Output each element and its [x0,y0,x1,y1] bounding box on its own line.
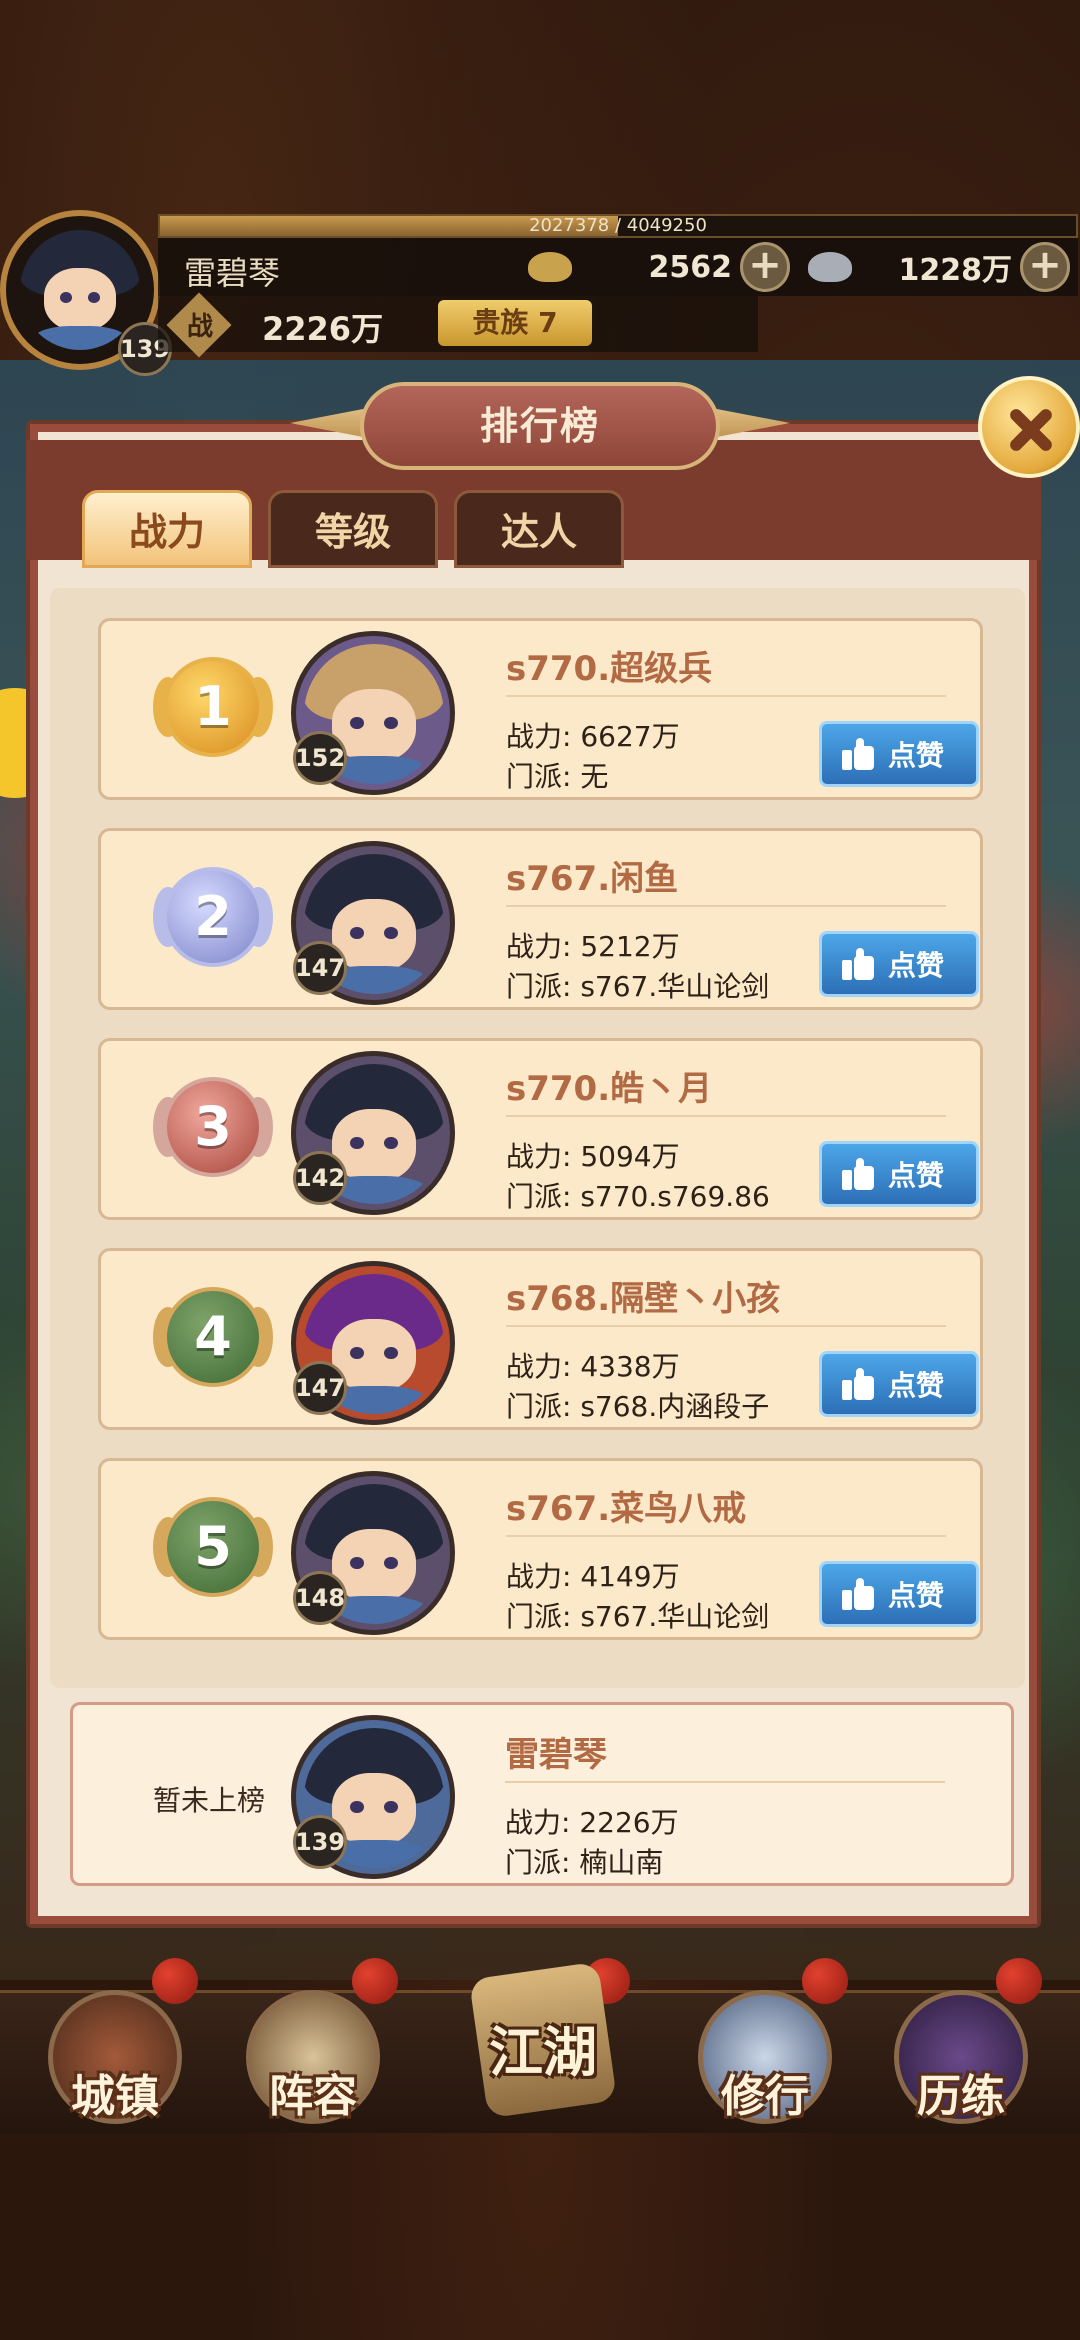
power-strip: 战 2226万 贵族 7 [158,292,758,358]
nav-lineup[interactable]: 阵容 [238,1990,388,2140]
rank-number: 1 [194,675,232,738]
gold-value: 2562 [648,249,733,285]
player-sect: 门派: s767.华山论剑 [506,970,770,1003]
nav-training[interactable]: 历练 [886,1990,1036,2140]
like-button-label: 点赞 [888,1159,945,1192]
like-button-label: 点赞 [888,949,945,982]
my-level-badge: 139 [293,1815,347,1869]
like-button-label: 点赞 [888,1579,945,1612]
rank-number: 3 [194,1095,232,1158]
name-strip: 雷碧琴 2562 + 1228万 + [158,238,1078,296]
thumbs-up-icon [842,1578,874,1610]
like-button[interactable]: 点赞 [819,1561,979,1627]
thumbs-up-icon [842,738,874,770]
like-button-label: 点赞 [888,1369,945,1402]
ranking-row[interactable]: 1 152 s770.超级兵 战力: 6627万 门派: 无 点赞 [98,618,983,800]
silver-currency: 1228万 + [808,242,1070,292]
tab-expert[interactable]: 达人 [454,490,624,568]
exp-bar: 2027378 / 4049250 [158,214,1078,238]
player-level-badge: 147 [293,941,347,995]
player-name: s767.闲鱼 [506,859,679,899]
my-divider [505,1781,945,1783]
player-name: s770.超级兵 [506,649,713,689]
nav-town[interactable]: 城镇 [40,1990,190,2140]
player-level-badge: 142 [293,1151,347,1205]
player-name: s768.隔壁丶小孩 [506,1279,781,1319]
nav-cultivate-label: 修行 [721,2071,809,2122]
like-button[interactable]: 点赞 [819,721,979,787]
player-power: 战力: 4149万 [506,1560,680,1593]
rank-medal-icon: 1 [153,647,273,777]
my-power: 战力: 2226万 [505,1806,679,1839]
player-name: s767.菜鸟八戒 [506,1489,747,1529]
row-divider [506,1535,946,1537]
rank-medal-icon: 4 [153,1277,273,1407]
thumbs-up-icon [842,948,874,980]
rank-number: 4 [194,1305,232,1368]
row-divider [506,695,946,697]
row-divider [506,1115,946,1117]
my-name: 雷碧琴 [505,1735,607,1775]
player-power: 战力: 5094万 [506,1140,680,1173]
player-sect: 门派: s770.s769.86 [506,1180,770,1213]
rank-medal-icon: 3 [153,1067,273,1197]
nav-jianghu-label: 江湖 [489,2021,597,2084]
silver-value: 1228万 [898,253,1013,288]
nav-cultivate[interactable]: 修行 [690,1990,840,2140]
rank-medal-icon: 2 [153,857,273,987]
rank-number: 5 [194,1515,232,1578]
my-rank-row: 暂未上榜 139 雷碧琴 战力: 2226万 门派: 楠山南 [70,1702,1014,1886]
nav-jianghu[interactable]: 江湖 [458,1960,628,2120]
player-name: s770.皓丶月 [506,1069,713,1109]
player-power: 战力: 4338万 [506,1350,680,1383]
player-bar: 139 2027378 / 4049250 雷碧琴 2562 + 1228万 +… [0,210,1080,376]
rank-medal-icon: 5 [153,1487,273,1617]
like-button-label: 点赞 [888,739,945,772]
thumbs-up-icon [842,1158,874,1190]
ranking-row[interactable]: 4 147 s768.隔壁丶小孩 战力: 4338万 门派: s768.内涵段子… [98,1248,983,1430]
nav-training-label: 历练 [917,2071,1005,2122]
ranking-row[interactable]: 2 147 s767.闲鱼 战力: 5212万 门派: s767.华山论剑 点赞 [98,828,983,1010]
title-plaque: 排行榜 [290,370,790,490]
tab-level[interactable]: 等级 [268,490,438,568]
player-sect: 门派: s767.华山论剑 [506,1600,770,1633]
player-level-badge: 148 [293,1571,347,1625]
player-level-badge: 147 [293,1361,347,1415]
ranking-row[interactable]: 5 148 s767.菜鸟八戒 战力: 4149万 门派: s767.华山论剑 … [98,1458,983,1640]
thumbs-up-icon [842,1368,874,1400]
gold-currency: 2562 + [528,242,790,292]
player-power: 战力: 5212万 [506,930,680,963]
player-sect: 门派: 无 [506,760,609,793]
like-button[interactable]: 点赞 [819,1351,979,1417]
player-power: 战力: 6627万 [506,720,680,753]
my-rank-status: 暂未上榜 [153,1784,266,1817]
row-divider [506,905,946,907]
my-sect: 门派: 楠山南 [505,1846,664,1879]
noble-badge[interactable]: 贵族 7 [438,300,592,346]
add-silver-button[interactable]: + [1020,242,1070,292]
player-level-badge: 152 [293,731,347,785]
exp-text: 2027378 / 4049250 [529,215,707,236]
avatar-portrait [20,230,140,350]
silver-ingot-icon [808,252,852,282]
ranking-row[interactable]: 3 142 s770.皓丶月 战力: 5094万 门派: s770.s769.8… [98,1038,983,1220]
rank-number: 2 [194,885,232,948]
nav-lineup-label: 阵容 [269,2071,357,2122]
add-gold-button[interactable]: + [740,242,790,292]
player-name: 雷碧琴 [184,254,281,292]
close-button[interactable] [978,376,1080,478]
battle-power-value: 2226万 [262,310,384,348]
player-sect: 门派: s768.内涵段子 [506,1390,770,1423]
nav-town-label: 城镇 [71,2071,159,2122]
battle-power-icon-label: 战 [186,312,213,342]
tab-power[interactable]: 战力 [82,490,252,568]
like-button[interactable]: 点赞 [819,931,979,997]
like-button[interactable]: 点赞 [819,1141,979,1207]
panel-title: 排行榜 [479,404,600,448]
gold-ingot-icon [528,252,572,282]
row-divider [506,1325,946,1327]
